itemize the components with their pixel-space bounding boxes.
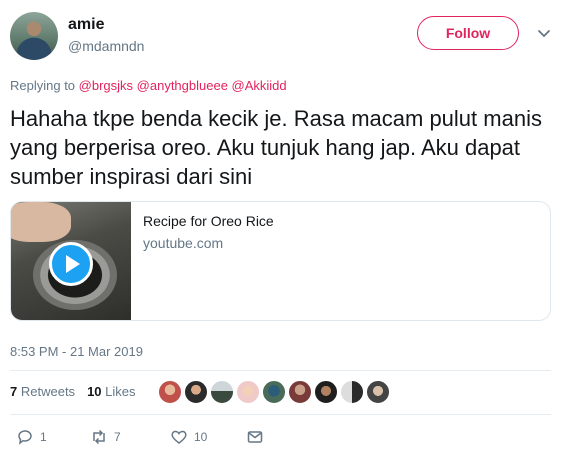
heart-icon bbox=[171, 430, 187, 444]
video-thumbnail[interactable] bbox=[11, 202, 131, 320]
reply-icon bbox=[18, 430, 32, 445]
liker-avatar[interactable] bbox=[314, 380, 338, 404]
liker-avatar[interactable] bbox=[184, 380, 208, 404]
reply-button[interactable]: 1 bbox=[16, 428, 47, 446]
link-card[interactable]: Recipe for Oreo Rice youtube.com bbox=[10, 201, 551, 321]
liker-avatar[interactable] bbox=[158, 380, 182, 404]
reply-count: 1 bbox=[40, 430, 47, 444]
replying-to-prefix: Replying to bbox=[10, 78, 76, 93]
message-button[interactable] bbox=[246, 428, 264, 446]
liker-avatar[interactable] bbox=[262, 380, 286, 404]
card-domain: youtube.com bbox=[143, 235, 224, 251]
retweets-label: Retweets bbox=[20, 384, 76, 399]
divider bbox=[10, 370, 551, 371]
likers-avatars bbox=[158, 380, 390, 404]
tweet-actions: 1 7 10 bbox=[10, 428, 551, 448]
liker-avatar[interactable] bbox=[366, 380, 390, 404]
retweet-count: 7 bbox=[114, 430, 121, 444]
liker-avatar[interactable] bbox=[236, 380, 260, 404]
avatar[interactable] bbox=[10, 12, 58, 60]
card-title[interactable]: Recipe for Oreo Rice bbox=[143, 213, 274, 229]
thumbnail-hand bbox=[11, 202, 71, 242]
retweets-stat[interactable]: 7 Retweets bbox=[10, 384, 75, 399]
like-button[interactable]: 10 bbox=[170, 428, 207, 446]
display-name[interactable]: amie bbox=[68, 16, 104, 34]
tweet-header: amie @mdamndn Follow bbox=[10, 10, 551, 62]
liker-avatar[interactable] bbox=[210, 380, 234, 404]
chevron-down-icon[interactable] bbox=[537, 26, 551, 40]
envelope-icon bbox=[247, 431, 263, 443]
likes-count: 10 bbox=[87, 384, 102, 399]
engagement-stats: 7 Retweets 10 Likes bbox=[10, 384, 136, 399]
likes-stat[interactable]: 10 Likes bbox=[87, 384, 135, 399]
liker-avatar[interactable] bbox=[340, 380, 364, 404]
play-icon[interactable] bbox=[49, 242, 93, 286]
likes-label: Likes bbox=[105, 384, 136, 399]
reply-mentions[interactable]: @brgsjks @anythgblueee @Akkiidd bbox=[79, 78, 287, 93]
retweets-count: 7 bbox=[10, 384, 18, 399]
tweet-timestamp[interactable]: 8:53 PM - 21 Mar 2019 bbox=[10, 344, 143, 359]
divider bbox=[10, 414, 551, 415]
retweet-button[interactable]: 7 bbox=[90, 428, 121, 446]
replying-to: Replying to @brgsjks @anythgblueee @Akki… bbox=[10, 78, 287, 93]
user-handle[interactable]: @mdamndn bbox=[68, 38, 144, 54]
retweet-icon bbox=[93, 429, 105, 445]
liker-avatar[interactable] bbox=[288, 380, 312, 404]
tweet-text: Hahaha tkpe benda kecik je. Rasa macam p… bbox=[10, 106, 542, 189]
follow-button[interactable]: Follow bbox=[417, 16, 519, 50]
like-count: 10 bbox=[194, 430, 208, 444]
